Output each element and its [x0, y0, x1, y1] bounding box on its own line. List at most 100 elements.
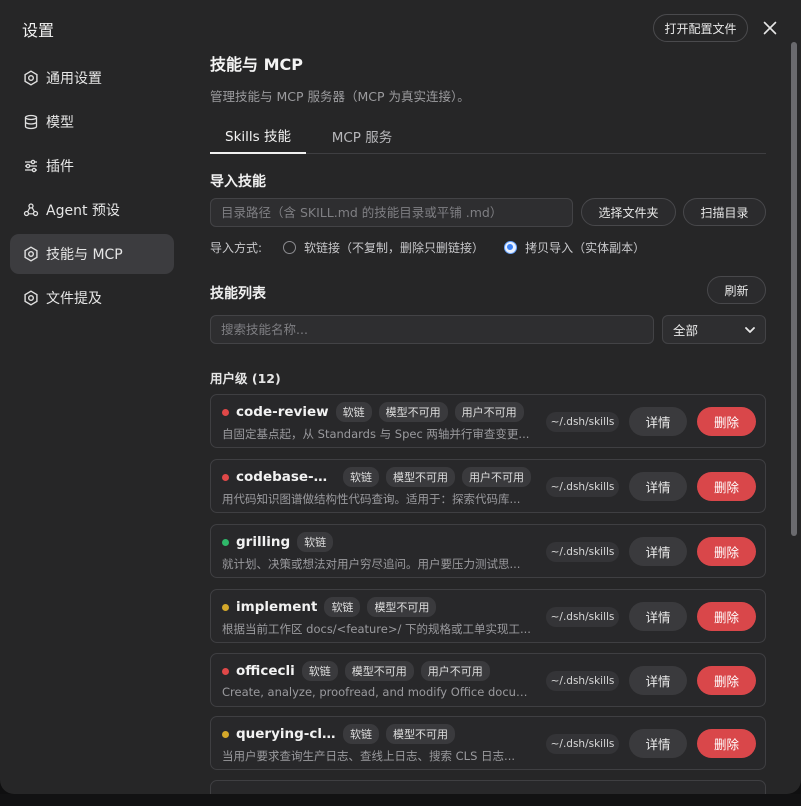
skill-card: implement 软链 模型不可用 根据当前工作区 docs/<feature>/ …	[210, 589, 766, 643]
skill-name: grilling	[236, 534, 291, 550]
skill-path-badge: ~/.dsh/skills	[546, 734, 619, 754]
database-icon	[23, 114, 39, 130]
refresh-button[interactable]: 刷新	[707, 276, 766, 304]
sidebar-item-models[interactable]: 模型	[10, 102, 174, 142]
import-mode-label: 导入方式:	[210, 240, 263, 255]
skill-search-input[interactable]	[210, 315, 654, 344]
skill-path-input[interactable]	[210, 198, 573, 227]
sidebar-item-label: Agent 预设	[46, 203, 120, 219]
skill-tag: 软链	[297, 532, 334, 552]
skill-description: 用代码知识图谱做结构性代码查询。适用于：探索代码库...	[222, 492, 521, 506]
tab-bar: Skills 技能 MCP 服务	[210, 118, 766, 154]
skill-tag: 用户不可用	[454, 402, 524, 422]
tab-mcp[interactable]: MCP 服务	[316, 118, 408, 154]
backdrop	[0, 794, 801, 806]
scope-filter-select[interactable]: 全部	[662, 315, 766, 344]
skill-header: grilling 软链	[222, 532, 340, 552]
status-dot	[222, 667, 229, 675]
sidebar-item-label: 模型	[46, 115, 74, 131]
skill-tag: 模型不可用	[344, 661, 414, 681]
choose-folder-button[interactable]: 选择文件夹	[581, 198, 676, 226]
skill-name: querying-clis-logs	[236, 726, 336, 742]
skill-name: officecli	[236, 663, 295, 679]
list-item	[210, 780, 766, 794]
sidebar-item-label: 插件	[46, 159, 74, 175]
delete-button[interactable]: 删除	[697, 729, 756, 758]
skill-path-badge: ~/.dsh/skills	[546, 542, 619, 562]
skill-path-badge: ~/.dsh/skills	[546, 607, 619, 627]
radio-symlink[interactable]: 软链接（不复制，删除只删链接）	[283, 239, 484, 256]
group-label-user: 用户级 (12)	[210, 371, 281, 386]
radio-copy[interactable]: 拷贝导入（实体副本）	[504, 239, 645, 256]
chevron-down-icon	[745, 322, 755, 337]
scrollbar-thumb[interactable]	[791, 42, 797, 536]
sidebar-title: 设置	[22, 21, 55, 40]
sidebar-item-general[interactable]: 通用设置	[10, 58, 174, 98]
status-dot	[222, 603, 229, 611]
delete-button[interactable]: 删除	[697, 472, 756, 501]
skill-card: grilling 软链 就计划、决策或想法对用户穷尽追问。用户要压力测试思... ~/…	[210, 524, 766, 578]
import-section-title: 导入技能	[210, 174, 266, 190]
skill-card: officecli 软链 模型不可用 用户不可用 Create, analyze, pr…	[210, 653, 766, 707]
sliders-icon	[23, 158, 39, 174]
gear-icon	[23, 290, 39, 306]
skill-name: codebase-m...	[236, 469, 336, 485]
sidebar-item-agent-presets[interactable]: Agent 预设	[10, 190, 174, 230]
scan-directory-button[interactable]: 扫描目录	[683, 198, 766, 226]
skill-description: 当用户要求查询生产日志、查线上日志、搜索 CLS 日志...	[222, 749, 516, 763]
sidebar-item-skills-mcp[interactable]: 技能与 MCP	[10, 234, 174, 274]
sidebar-item-plugins[interactable]: 插件	[10, 146, 174, 186]
radio-copy-label: 拷贝导入（实体副本）	[525, 240, 646, 255]
delete-button[interactable]: 删除	[697, 666, 756, 695]
skill-tag: 软链	[335, 402, 372, 422]
skill-tag: 软链	[343, 467, 379, 487]
sidebar-item-label: 技能与 MCP	[46, 247, 123, 263]
page-title: 技能与 MCP	[210, 55, 303, 74]
gear-icon	[23, 246, 39, 262]
skill-tag: 软链	[301, 661, 338, 681]
skill-name: implement	[236, 599, 318, 615]
delete-button[interactable]: 删除	[697, 602, 756, 631]
tab-skills[interactable]: Skills 技能	[210, 118, 306, 154]
detail-button[interactable]: 详情	[629, 602, 687, 631]
skill-name: code-review	[236, 404, 329, 420]
gear-icon	[23, 70, 39, 86]
skill-card: codebase-m... 软链 模型不可用 用户不可用 用代码知识图谱做结构性代码查询…	[210, 459, 766, 513]
skill-path-badge: ~/.dsh/skills	[546, 477, 619, 497]
delete-button[interactable]: 删除	[697, 537, 756, 566]
radio-symlink-label: 软链接（不复制，删除只删链接）	[304, 240, 485, 255]
status-dot	[222, 538, 229, 546]
status-dot	[222, 730, 229, 738]
detail-button[interactable]: 详情	[629, 537, 687, 566]
detail-button[interactable]: 详情	[629, 472, 687, 501]
skill-tag: 软链	[324, 597, 361, 617]
sidebar-item-file-mentions[interactable]: 文件提及	[10, 278, 174, 318]
delete-button[interactable]: 删除	[697, 407, 756, 436]
skill-path-badge: ~/.dsh/skills	[546, 671, 619, 691]
main-panel: 技能与 MCP 管理技能与 MCP 服务器（MCP 为真实连接）。 Skills…	[210, 0, 766, 794]
skill-header: querying-clis-logs 软链模型不可用	[222, 724, 462, 744]
radio-circle-checked	[504, 240, 518, 254]
skill-card: code-review 软链 模型不可用 用户不可用 自固定基点起，从 Standard…	[210, 394, 766, 448]
skill-header: implement 软链 模型不可用	[222, 597, 443, 617]
status-dot	[222, 408, 229, 416]
import-mode: 导入方式: 软链接（不复制，删除只删链接） 拷贝导入（实体副本）	[210, 238, 645, 256]
skill-tag: 模型不可用	[386, 467, 455, 487]
settings-window: 设置 通用设置 模型 插件 Agent 预设 技能与 MCP 文件提及 打开配置…	[0, 0, 801, 794]
skill-tag: 模型不可用	[386, 724, 455, 744]
skill-card: querying-clis-logs 软链模型不可用当用户要求查询生产日志、查线上…	[210, 716, 766, 770]
status-dot	[222, 473, 229, 481]
skill-description: Create, analyze, proofread, and modify O…	[222, 685, 537, 699]
detail-button[interactable]: 详情	[629, 407, 687, 436]
skill-tag: 模型不可用	[378, 402, 448, 422]
page-description: 管理技能与 MCP 服务器（MCP 为真实连接）。	[210, 89, 470, 104]
detail-button[interactable]: 详情	[629, 666, 687, 695]
sidebar-item-label: 通用设置	[46, 71, 102, 87]
skill-header: officecli 软链 模型不可用 用户不可用	[222, 661, 497, 681]
skill-path-badge: ~/.dsh/skills	[546, 412, 619, 432]
skill-tag: 软链	[343, 724, 379, 744]
sidebar: 设置 通用设置 模型 插件 Agent 预设 技能与 MCP 文件提及	[0, 0, 184, 794]
skill-tag: 用户不可用	[420, 661, 490, 681]
skill-description: 根据当前工作区 docs/<feature>/ 下的规格或工单实现工...	[222, 622, 531, 636]
detail-button[interactable]: 详情	[629, 729, 687, 758]
